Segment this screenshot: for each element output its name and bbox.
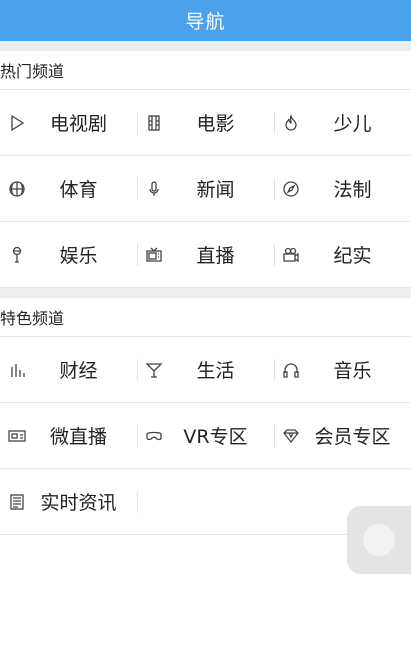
channel-label: 直播 bbox=[196, 245, 235, 267]
page-title: 导航 bbox=[185, 11, 226, 33]
channel-label: 娱乐 bbox=[59, 245, 98, 267]
vr-icon bbox=[145, 427, 163, 445]
channel-law[interactable]: 法制 bbox=[274, 156, 411, 221]
channel-documentary[interactable]: 纪实 bbox=[274, 222, 411, 287]
channel-tv-series[interactable]: 电视剧 bbox=[0, 90, 137, 155]
section-title-hot: 热门频道 bbox=[0, 51, 411, 90]
channel-label: 微直播 bbox=[49, 426, 107, 448]
channel-label: 纪实 bbox=[333, 245, 372, 267]
channel-label: 少儿 bbox=[333, 113, 372, 135]
channel-vr[interactable]: VR专区 bbox=[137, 403, 274, 468]
channel-life[interactable]: 生活 bbox=[137, 337, 274, 402]
floating-assistive-button[interactable] bbox=[347, 506, 411, 574]
diamond-icon bbox=[282, 427, 300, 445]
channel-label: 生活 bbox=[196, 360, 235, 382]
ball-icon bbox=[8, 180, 26, 198]
app-header: 导航 bbox=[0, 0, 411, 41]
channel-music[interactable]: 音乐 bbox=[274, 337, 411, 402]
channel-label: 财经 bbox=[59, 360, 98, 382]
channel-label: 会员专区 bbox=[314, 426, 391, 448]
hot-channels-section: 热门频道 电视剧 电影 少儿 体育 新闻 法制 娱乐 直播 纪实 bbox=[0, 51, 411, 288]
channel-label: 电视剧 bbox=[49, 113, 107, 135]
headphones-icon bbox=[282, 361, 300, 379]
mic-stand-icon bbox=[8, 246, 26, 264]
channel-micro-live[interactable]: 微直播 bbox=[0, 403, 137, 468]
channel-movie[interactable]: 电影 bbox=[137, 90, 274, 155]
section-divider bbox=[0, 288, 411, 298]
newspaper-icon bbox=[8, 493, 26, 511]
channel-vip[interactable]: 会员专区 bbox=[274, 403, 411, 468]
channel-row: 体育 新闻 法制 bbox=[0, 156, 411, 222]
film-icon bbox=[145, 114, 163, 132]
microphone-icon bbox=[145, 180, 163, 198]
channel-row: 电视剧 电影 少儿 bbox=[0, 90, 411, 156]
channel-row: 娱乐 直播 纪实 bbox=[0, 222, 411, 288]
channel-label: 新闻 bbox=[196, 179, 235, 201]
channel-kids[interactable]: 少儿 bbox=[274, 90, 411, 155]
channel-news[interactable]: 新闻 bbox=[137, 156, 274, 221]
channel-label: 体育 bbox=[59, 179, 98, 201]
camera-icon bbox=[282, 246, 300, 264]
channel-live[interactable]: 直播 bbox=[137, 222, 274, 287]
channel-label: 音乐 bbox=[333, 360, 372, 382]
compass-icon bbox=[282, 180, 300, 198]
channel-entertainment[interactable]: 娱乐 bbox=[0, 222, 137, 287]
cocktail-icon bbox=[145, 361, 163, 379]
channel-sports[interactable]: 体育 bbox=[0, 156, 137, 221]
channel-label: 实时资讯 bbox=[40, 492, 117, 514]
channel-label: 法制 bbox=[333, 179, 372, 201]
channel-label: 电影 bbox=[196, 113, 235, 135]
play-icon bbox=[8, 114, 26, 132]
live-screen-icon bbox=[8, 427, 26, 445]
flame-icon bbox=[282, 113, 300, 132]
assistive-dot-icon bbox=[363, 524, 395, 556]
channel-finance[interactable]: 财经 bbox=[0, 337, 137, 402]
bar-chart-icon bbox=[8, 361, 26, 379]
channel-realtime-news[interactable]: 实时资讯 bbox=[0, 469, 137, 534]
section-divider bbox=[0, 41, 411, 51]
special-channels-section: 特色频道 财经 生活 音乐 微直播 VR专区 会员专区 实时资讯 bbox=[0, 298, 411, 535]
section-title-special: 特色频道 bbox=[0, 298, 411, 337]
channel-row: 财经 生活 音乐 bbox=[0, 337, 411, 403]
channel-label: VR专区 bbox=[183, 426, 248, 448]
tv-icon bbox=[145, 246, 163, 264]
channel-row: 微直播 VR专区 会员专区 bbox=[0, 403, 411, 469]
empty-cell bbox=[137, 469, 274, 534]
